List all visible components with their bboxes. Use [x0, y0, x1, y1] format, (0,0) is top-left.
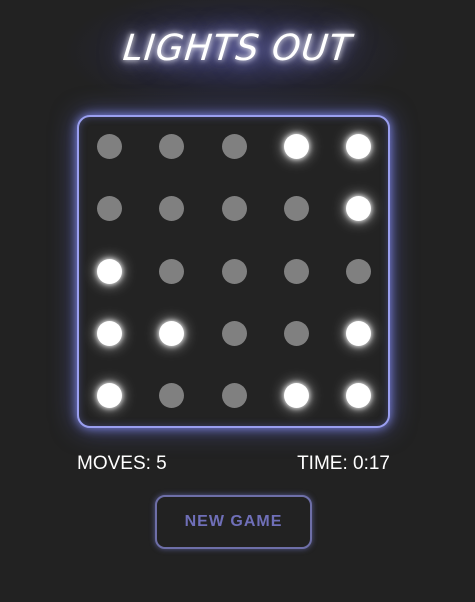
light-cell-r4-c4[interactable]: [284, 321, 309, 346]
light-cell-r2-c2[interactable]: [159, 196, 184, 221]
light-cell-r3-c5[interactable]: [346, 259, 371, 284]
light-cell-r1-c5[interactable]: [346, 134, 371, 159]
light-cell-r5-c5[interactable]: [346, 383, 371, 408]
light-cell-r3-c4[interactable]: [284, 259, 309, 284]
light-cell-r1-c2[interactable]: [159, 134, 184, 159]
light-cell-r3-c2[interactable]: [159, 259, 184, 284]
light-cell-r2-c1[interactable]: [97, 196, 122, 221]
light-cell-r2-c4[interactable]: [284, 196, 309, 221]
light-cell-r1-c3[interactable]: [222, 134, 247, 159]
light-cell-r3-c3[interactable]: [222, 259, 247, 284]
light-cell-r4-c1[interactable]: [97, 321, 122, 346]
light-cell-r1-c1[interactable]: [97, 134, 122, 159]
new-game-button[interactable]: NEW GAME: [155, 495, 312, 549]
light-cell-r5-c4[interactable]: [284, 383, 309, 408]
light-cell-r2-c5[interactable]: [346, 196, 371, 221]
game-board: [77, 115, 390, 428]
light-cell-r4-c3[interactable]: [222, 321, 247, 346]
timer: TIME: 0:17: [297, 453, 390, 474]
light-cell-r4-c5[interactable]: [346, 321, 371, 346]
game-title: LIGHTS OUT: [121, 28, 354, 69]
light-cell-r5-c3[interactable]: [222, 383, 247, 408]
light-cell-r1-c4[interactable]: [284, 134, 309, 159]
moves-counter: MOVES: 5: [77, 453, 167, 474]
light-cell-r2-c3[interactable]: [222, 196, 247, 221]
light-cell-r4-c2[interactable]: [159, 321, 184, 346]
light-cell-r5-c1[interactable]: [97, 383, 122, 408]
light-cell-r5-c2[interactable]: [159, 383, 184, 408]
light-cell-r3-c1[interactable]: [97, 259, 122, 284]
